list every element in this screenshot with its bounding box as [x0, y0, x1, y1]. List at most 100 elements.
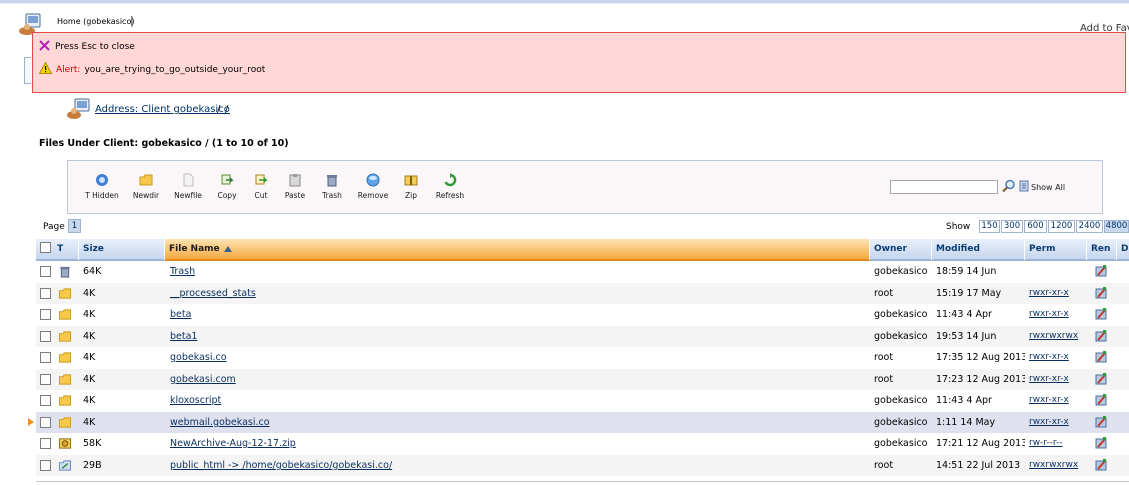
- row-perm-link[interactable]: rwxr-xr-x: [1029, 347, 1087, 368]
- header-file-name[interactable]: File Name: [165, 239, 870, 261]
- close-icon[interactable]: [39, 39, 50, 51]
- folder-icon: [58, 309, 72, 320]
- rename-icon[interactable]: [1094, 286, 1108, 300]
- per-page-150[interactable]: 150: [979, 220, 1000, 233]
- row-checkbox[interactable]: [40, 395, 51, 406]
- table-row[interactable]: 4K gobekasi.com root 17:23 12 Aug 2013 rwxr-…: [36, 369, 1129, 390]
- row-perm-link[interactable]: rwxr-xr-x: [1029, 390, 1087, 411]
- new-folder-icon: [139, 174, 153, 186]
- per-page-2400[interactable]: 2400: [1076, 220, 1103, 233]
- row-file-name-link[interactable]: __processed_stats: [170, 283, 865, 304]
- row-checkbox[interactable]: [40, 288, 51, 299]
- row-size: 4K: [83, 374, 96, 385]
- row-file-name-link[interactable]: kloxoscript: [170, 390, 865, 411]
- search-input[interactable]: [890, 180, 998, 194]
- header-extra[interactable]: D: [1117, 239, 1129, 261]
- rename-icon[interactable]: [1094, 415, 1108, 429]
- rename-icon[interactable]: [1094, 350, 1108, 364]
- row-perm-link[interactable]: rw-r--r--: [1029, 433, 1087, 454]
- rename-icon[interactable]: [1094, 307, 1108, 321]
- row-file-name-link[interactable]: gobekasi.co: [170, 347, 865, 368]
- show-all-icon[interactable]: [1019, 180, 1029, 192]
- row-modified: 17:23 12 Aug 2013: [936, 374, 1025, 385]
- row-size: 64K: [83, 266, 102, 277]
- row-modified: 19:53 14 Jun: [936, 331, 997, 342]
- table-row[interactable]: 29B public_html -> /home/gobekasico/gobek…: [36, 455, 1129, 476]
- alert-message: you_are_trying_to_go_outside_your_root: [84, 65, 266, 75]
- newdir-button[interactable]: Newdir: [122, 173, 170, 200]
- table-row[interactable]: 64K Trash gobekasico 18:59 14 Jun: [36, 261, 1129, 282]
- rename-icon[interactable]: [1094, 372, 1108, 386]
- header-ren[interactable]: Ren: [1087, 239, 1117, 261]
- rename-icon[interactable]: [1094, 329, 1108, 343]
- rename-icon[interactable]: [1094, 458, 1108, 472]
- row-file-name-link[interactable]: beta1: [170, 326, 865, 347]
- table-row[interactable]: 4K gobekasi.co root 17:35 12 Aug 2013 rwxr-x…: [36, 347, 1129, 368]
- per-page-4800[interactable]: 4800: [1104, 220, 1129, 233]
- row-checkbox[interactable]: [40, 417, 51, 428]
- row-checkbox[interactable]: [40, 438, 51, 449]
- table-row[interactable]: 4K __processed_stats root 15:19 17 May rwxr-…: [36, 283, 1129, 304]
- folder-icon: [58, 331, 72, 342]
- close-hint-row[interactable]: Press Esc to close: [39, 38, 135, 52]
- row-file-name-link[interactable]: NewArchive-Aug-12-17.zip: [170, 433, 865, 454]
- home-link[interactable]: Home (gobekasico): [57, 17, 134, 26]
- top-border-shadow: [0, 3, 1129, 4]
- row-checkbox[interactable]: [40, 374, 51, 385]
- row-perm-link[interactable]: rwxr-xr-x: [1029, 369, 1087, 390]
- sort-ascending-icon: [223, 246, 232, 252]
- row-file-name-link[interactable]: gobekasi.com: [170, 369, 865, 390]
- header-size[interactable]: Size: [79, 239, 165, 261]
- header-owner[interactable]: Owner: [870, 239, 932, 261]
- table-row[interactable]: 58K NewArchive-Aug-12-17.zip gobekasico 17:…: [36, 433, 1129, 454]
- row-modified: 17:21 12 Aug 2013: [936, 438, 1025, 449]
- rename-icon[interactable]: [1094, 264, 1108, 278]
- row-modified: 1:11 14 May: [936, 417, 996, 428]
- refresh-button[interactable]: Refresh: [426, 173, 474, 200]
- row-file-name-link[interactable]: public_html -> /home/gobekasico/gobekasi…: [170, 455, 865, 476]
- page-number[interactable]: 1: [68, 219, 81, 233]
- row-owner: gobekasico: [874, 309, 928, 320]
- address-client-link[interactable]: Address: Client gobekasico: [95, 104, 230, 115]
- row-perm-link[interactable]: rwxr-xr-x: [1029, 412, 1087, 433]
- t-hidden-button[interactable]: T Hidden: [78, 173, 126, 200]
- search-icon[interactable]: [1002, 179, 1016, 193]
- row-checkbox[interactable]: [40, 309, 51, 320]
- row-checkbox[interactable]: [40, 460, 51, 471]
- table-row[interactable]: 4K kloxoscript gobekasico 11:43 4 Apr rwxr-x…: [36, 390, 1129, 411]
- header-type[interactable]: T: [36, 239, 79, 261]
- row-checkbox[interactable]: [40, 266, 51, 277]
- header-separator: |: [130, 14, 134, 27]
- file-toolbar: T Hidden Newdir Newfile Copy Cut Paste T…: [67, 160, 1103, 214]
- table-row[interactable]: 4K beta gobekasico 11:43 4 Apr rwxr-xr-x: [36, 304, 1129, 325]
- header-perm[interactable]: Perm: [1025, 239, 1087, 261]
- row-file-name-link[interactable]: webmail.gobekasi.co: [170, 412, 865, 433]
- address-separator: /: [217, 104, 221, 115]
- per-page-1200[interactable]: 1200: [1048, 220, 1075, 233]
- row-file-name-link[interactable]: beta: [170, 304, 865, 325]
- row-perm-link[interactable]: rwxr-xr-x: [1029, 283, 1087, 304]
- row-perm-link[interactable]: rwxrwxrwx: [1029, 455, 1087, 476]
- row-perm-link[interactable]: [1029, 261, 1087, 282]
- page-label: Page: [43, 222, 65, 232]
- t-hidden-label: T Hidden: [85, 191, 119, 200]
- row-file-name-link[interactable]: Trash: [170, 261, 865, 282]
- table-row[interactable]: 4K beta1 gobekasico 19:53 14 Jun rwxrwxrwx: [36, 326, 1129, 347]
- header-modified[interactable]: Modified: [932, 239, 1025, 261]
- refresh-label: Refresh: [435, 191, 465, 200]
- rename-icon[interactable]: [1094, 436, 1108, 450]
- tab-edge: [24, 57, 31, 84]
- per-page-600[interactable]: 600: [1024, 220, 1047, 233]
- row-checkbox[interactable]: [40, 352, 51, 363]
- row-perm-link[interactable]: rwxrwxrwx: [1029, 326, 1087, 347]
- row-modified: 14:51 22 Jul 2013: [936, 460, 1021, 471]
- table-row[interactable]: 4K webmail.gobekasi.co gobekasico 1:11 14 M…: [28, 412, 1129, 433]
- close-hint-text: Press Esc to close: [55, 42, 135, 52]
- per-page-300[interactable]: 300: [1001, 220, 1023, 233]
- select-all-checkbox[interactable]: [40, 242, 51, 253]
- show-all-link[interactable]: Show All: [1031, 183, 1065, 192]
- row-checkbox[interactable]: [40, 331, 51, 342]
- row-perm-link[interactable]: rwxr-xr-x: [1029, 304, 1087, 325]
- rename-icon[interactable]: [1094, 393, 1108, 407]
- copy-icon: [221, 174, 234, 185]
